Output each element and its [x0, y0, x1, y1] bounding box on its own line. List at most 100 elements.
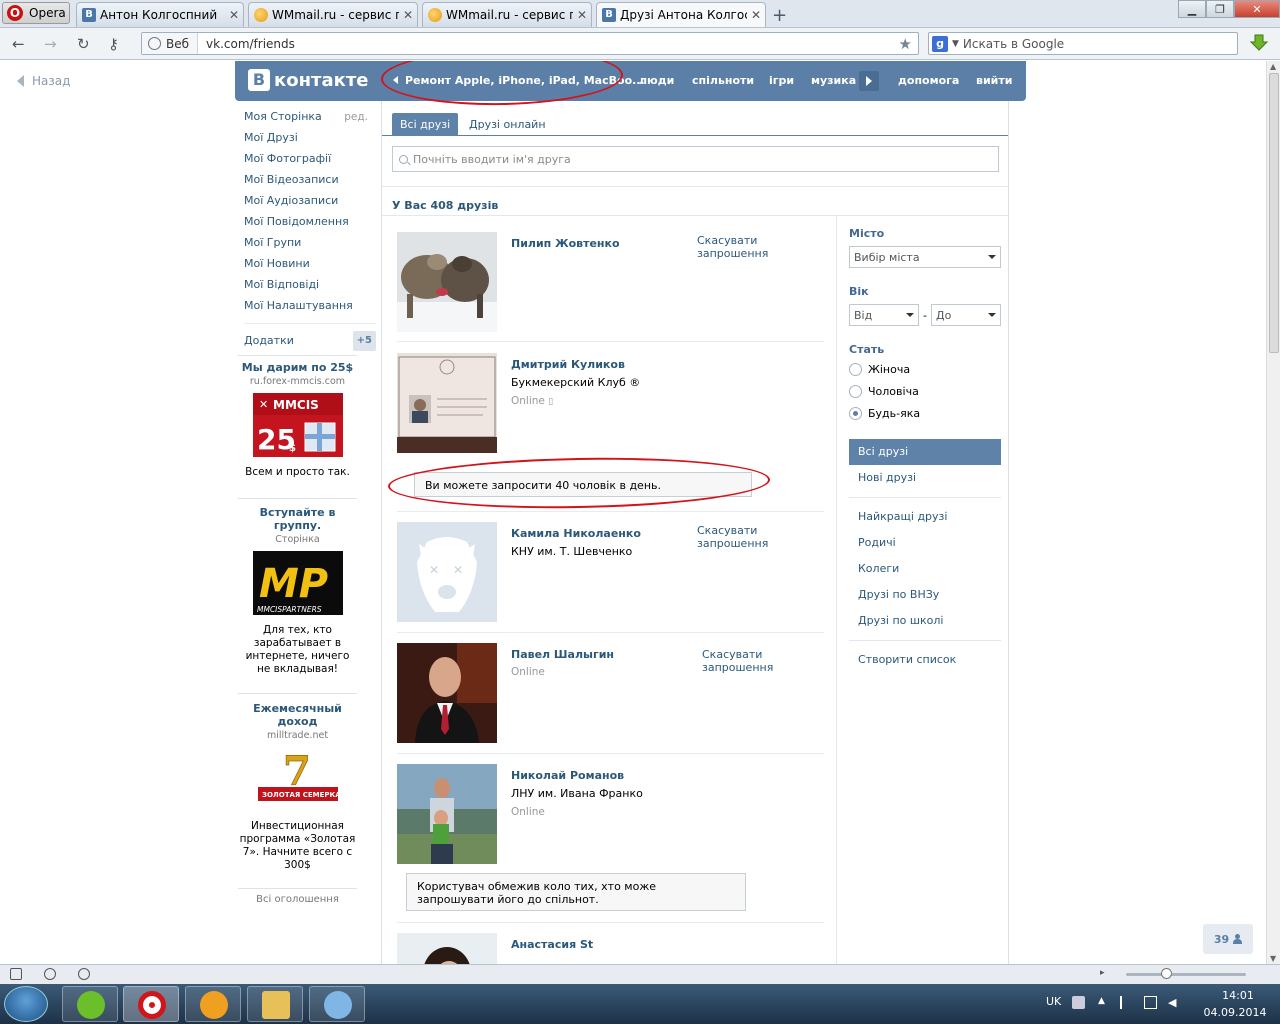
tab-online-friends[interactable]: Друзі онлайн	[461, 113, 554, 136]
ad-image[interactable]: MP MMCISPARTNERS	[252, 551, 343, 615]
friend-avatar[interactable]	[397, 643, 497, 743]
star-icon[interactable]: ★	[899, 35, 912, 53]
taskbar-app-opera[interactable]	[123, 986, 179, 1022]
friend-name[interactable]: Николай Романов	[511, 769, 624, 782]
friend-avatar[interactable]	[397, 764, 497, 864]
all-ads-link[interactable]: Всі оголошення	[238, 894, 357, 905]
panel-toggle-icon[interactable]	[10, 968, 22, 980]
ad-block[interactable]: Ежемесячный доход milltrade.net 7 ЗОЛОТА…	[238, 702, 357, 872]
friend-info[interactable]: КНУ им. Т. Шевченко	[511, 545, 632, 558]
apps-label[interactable]: Додатки	[244, 333, 294, 349]
nav-logout[interactable]: вийти	[976, 74, 1012, 87]
cancel-invite-link[interactable]: Скасувати запрошення	[697, 234, 824, 260]
cancel-invite-link[interactable]: Скасувати запрошення	[702, 648, 782, 674]
gender-option-male[interactable]: Чоловіча	[849, 380, 1001, 402]
scroll-down-icon[interactable]: ▼	[1270, 954, 1276, 963]
left-menu-item[interactable]: Мої Відеозаписи	[244, 172, 376, 193]
tray-expand-icon[interactable]: ▲	[1098, 996, 1111, 1009]
list-university-friends[interactable]: Друзі по ВНЗу	[849, 582, 1001, 608]
ad-image[interactable]: ✕ MMCIS 25 $	[252, 393, 343, 457]
left-menu-item[interactable]: Мої Друзі	[244, 130, 376, 151]
list-colleagues[interactable]: Колеги	[849, 556, 1001, 582]
maximize-icon[interactable]: ❐	[1206, 0, 1234, 18]
gender-option-any[interactable]: Будь-яка	[849, 402, 1001, 424]
search-field[interactable]: g ▼ Искать в Google	[928, 32, 1238, 55]
friend-info[interactable]: ЛНУ им. Ивана Франко	[511, 787, 643, 800]
list-all-friends[interactable]: Всі друзі	[849, 439, 1001, 465]
vertical-scrollbar[interactable]: ▲ ▼	[1266, 61, 1280, 964]
left-menu-item[interactable]: Мої Фотографії	[244, 151, 376, 172]
edit-link[interactable]: ред.	[344, 109, 368, 125]
ad-text[interactable]: Инвестиционная программа «Золотая 7». На…	[238, 820, 357, 872]
browser-tab[interactable]: В Антон Колгоспний ✕	[76, 2, 244, 27]
zoom-slider-handle[interactable]	[1161, 968, 1172, 979]
speed-dial-icon[interactable]	[78, 968, 90, 980]
browser-tab[interactable]: WMmail.ru - сервис п... ✕	[248, 2, 418, 27]
zoom-slider[interactable]	[1126, 973, 1246, 976]
left-menu-item[interactable]: Мої Групи	[244, 235, 376, 256]
left-menu-item[interactable]: Моя Сторінка ред.	[244, 109, 376, 130]
ad-title[interactable]: Мы дарим по 25$	[238, 361, 357, 374]
scroll-up-icon[interactable]: ▲	[1270, 62, 1276, 71]
download-icon[interactable]	[1249, 33, 1269, 53]
friend-name[interactable]: Дмитрий Куликов	[511, 358, 625, 371]
nav-more-button[interactable]	[859, 71, 879, 91]
close-icon[interactable]: ✕	[225, 8, 243, 22]
ad-block[interactable]: Мы дарим по 25$ ru.forex-mmcis.com ✕ MMC…	[238, 361, 357, 479]
language-indicator[interactable]: UK	[1046, 995, 1061, 1008]
list-new-friends[interactable]: Нові друзі	[849, 465, 1001, 491]
scrollbar-thumb[interactable]	[1269, 73, 1279, 353]
left-menu-item[interactable]: Мої Аудіозаписи	[244, 193, 376, 214]
nav-music[interactable]: музика	[811, 74, 856, 87]
url-text[interactable]: vk.com/friends	[198, 37, 899, 51]
ad-text[interactable]: Всем и просто так.	[238, 466, 357, 479]
network-icon[interactable]	[1144, 996, 1157, 1009]
ad-image[interactable]: 7 ЗОЛОТАЯ СЕМЕРКА	[252, 747, 343, 811]
friend-name[interactable]: Пилип Жовтенко	[511, 237, 620, 250]
key-icon[interactable]: ⚷	[108, 35, 119, 53]
left-menu-item[interactable]: Мої Налаштування	[244, 298, 376, 319]
web-badge[interactable]: Веб	[142, 33, 199, 54]
taskbar-app-explorer[interactable]	[247, 986, 303, 1022]
age-to-select[interactable]: До	[930, 304, 1001, 326]
opera-menu-button[interactable]: O Opera	[2, 2, 70, 24]
ad-block[interactable]: Вступайте в группу. Сторінка MP MMCISPAR…	[238, 506, 357, 676]
deactivated-avatar-icon[interactable]: ✕ ✕	[397, 522, 497, 622]
friend-name[interactable]: Анастасия St	[511, 938, 593, 951]
radio-button[interactable]	[849, 362, 862, 376]
radio-button-selected[interactable]	[849, 406, 862, 420]
keyboard-icon[interactable]	[1072, 996, 1085, 1009]
ad-title[interactable]: Ежемесячный доход	[238, 702, 357, 728]
tab-all-friends[interactable]: Всі друзі	[392, 113, 459, 136]
friend-avatar[interactable]	[397, 232, 497, 332]
list-best-friends[interactable]: Найкращі друзі	[849, 504, 1001, 530]
friend-avatar[interactable]	[397, 933, 497, 964]
header-ad-link[interactable]: Ремонт Apple, iPhone, iPad, MacBoo...	[405, 74, 645, 87]
cloud-icon[interactable]	[44, 968, 56, 980]
create-list-link[interactable]: Створити список	[849, 647, 1001, 673]
volume-icon[interactable]: ◀	[1168, 996, 1181, 1009]
back-icon[interactable]: ←	[12, 35, 25, 53]
forward-icon[interactable]: →	[44, 35, 57, 53]
friend-name[interactable]: Павел Шалыгин	[511, 648, 614, 661]
new-tab-icon[interactable]: +	[772, 5, 787, 26]
reload-icon[interactable]: ↻	[77, 35, 90, 53]
taskbar-app-aimp[interactable]	[185, 986, 241, 1022]
list-school-friends[interactable]: Друзі по школі	[849, 608, 1001, 634]
friend-search-input[interactable]: Почніть вводити ім'я друга	[392, 146, 999, 172]
close-icon[interactable]: ✕	[747, 8, 765, 22]
close-icon[interactable]: ✕	[399, 8, 417, 22]
clock-date[interactable]: 04.09.2014	[1202, 1006, 1268, 1019]
friend-name[interactable]: Камила Николаенко	[511, 527, 641, 540]
friend-info[interactable]: Букмекерский Клуб ®	[511, 376, 640, 389]
left-menu-item[interactable]: Мої Повідомлення	[244, 214, 376, 235]
start-button[interactable]	[4, 986, 48, 1022]
nav-communities[interactable]: спільноти	[692, 74, 754, 87]
left-menu-item[interactable]: Мої Відповіді	[244, 277, 376, 298]
back-link[interactable]: Назад	[17, 74, 70, 88]
cancel-invite-link[interactable]: Скасувати запрошення	[697, 524, 824, 550]
gender-option-female[interactable]: Жіноча	[849, 358, 1001, 380]
view-icon[interactable]: ▸	[1100, 968, 1105, 978]
close-window-icon[interactable]: ✕	[1234, 0, 1280, 18]
close-icon[interactable]: ✕	[573, 8, 591, 22]
